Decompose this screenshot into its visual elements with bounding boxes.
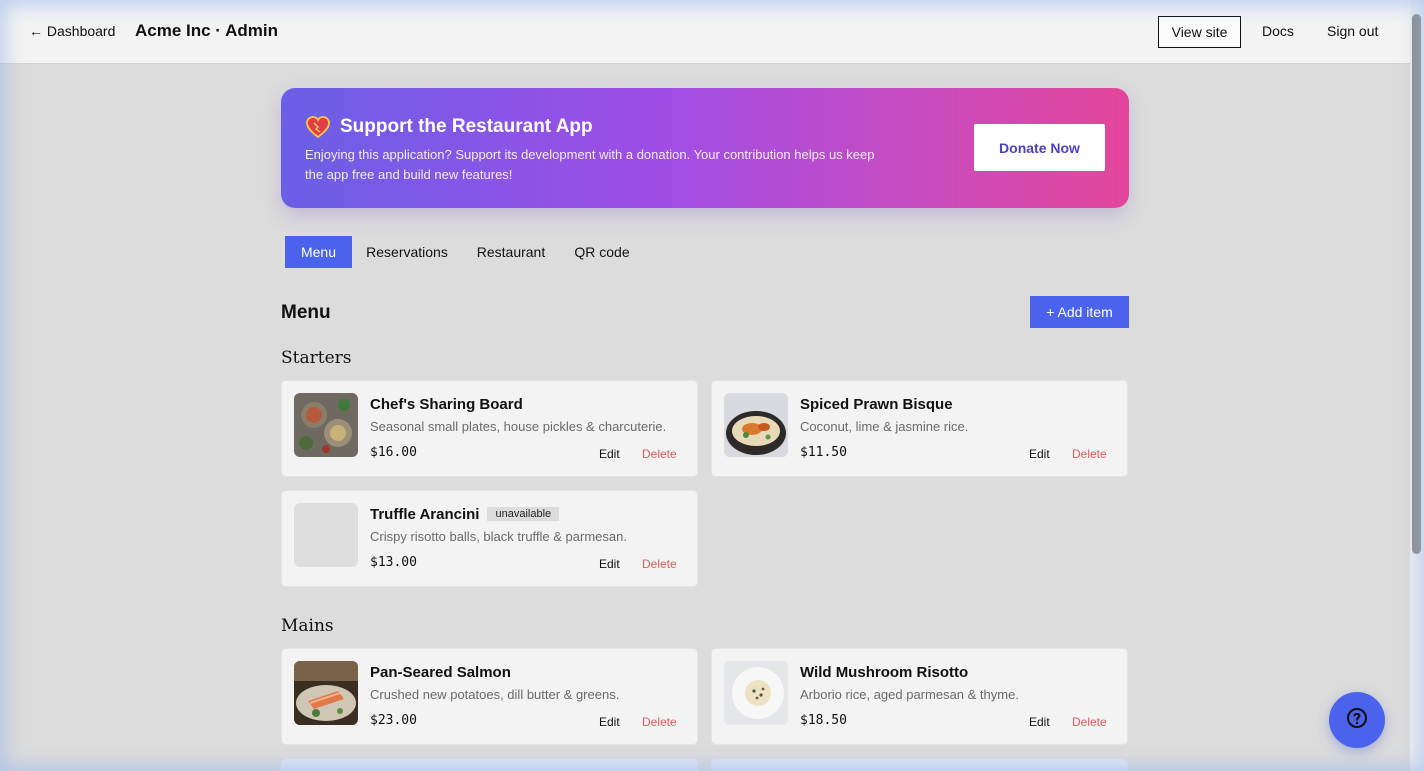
edit-button[interactable]: Edit — [599, 447, 620, 461]
donation-banner: Support the Restaurant App Enjoying this… — [281, 88, 1129, 208]
item-name: Pan-Seared Salmon — [370, 664, 511, 681]
item-description: Coconut, lime & jasmine rice. — [800, 419, 969, 434]
banner-title: Support the Restaurant App — [340, 116, 593, 137]
item-photo — [294, 393, 358, 457]
menu-item-card-partial — [281, 759, 698, 771]
top-bar: ← Dashboard Acme Inc · Admin View site D… — [0, 0, 1410, 64]
app-title: Acme Inc · Admin — [135, 21, 278, 40]
item-photo — [724, 661, 788, 725]
donate-now-button[interactable]: Donate Now — [974, 124, 1105, 171]
category-heading-mains: Mains — [281, 616, 334, 636]
item-name-text: Truffle Arancini — [370, 506, 480, 523]
item-price: $16.00 — [370, 445, 417, 460]
banner-text: Enjoying this application? Support its d… — [305, 147, 875, 182]
menu-item-card-partial — [711, 759, 1128, 771]
item-description: Arborio rice, aged parmesan & thyme. — [800, 687, 1019, 702]
delete-button[interactable]: Delete — [642, 557, 677, 571]
delete-button[interactable]: Delete — [642, 447, 677, 461]
heart-icon — [305, 115, 331, 139]
tab-restaurant[interactable]: Restaurant — [470, 236, 552, 268]
tab-qr-code[interactable]: QR code — [568, 236, 636, 268]
category-heading-starters: Starters — [281, 348, 352, 368]
help-button[interactable] — [1329, 692, 1385, 748]
add-item-button[interactable]: + Add item — [1030, 296, 1129, 328]
item-price: $23.00 — [370, 713, 417, 728]
item-price: $11.50 — [800, 445, 847, 460]
menu-item-card: Chef's Sharing Board Seasonal small plat… — [281, 380, 698, 477]
item-photo — [724, 393, 788, 457]
item-description: Seasonal small plates, house pickles & c… — [370, 419, 667, 434]
menu-item-card: Spiced Prawn Bisque Coconut, lime & jasm… — [711, 380, 1128, 477]
edit-button[interactable]: Edit — [1029, 447, 1050, 461]
scrollbar-thumb[interactable] — [1412, 14, 1421, 554]
view-site-button[interactable]: View site — [1158, 16, 1241, 48]
item-description: Crispy risotto balls, black truffle & pa… — [370, 529, 627, 544]
back-to-dashboard-link[interactable]: ← Dashboard — [29, 23, 115, 39]
docs-link[interactable]: Docs — [1262, 23, 1294, 39]
menu-item-card: Truffle Arancini unavailable Crispy risot… — [281, 490, 698, 587]
menu-item-card: Wild Mushroom Risotto Arborio rice, aged… — [711, 648, 1128, 745]
help-icon — [1345, 706, 1369, 735]
unavailable-badge: unavailable — [487, 507, 560, 521]
delete-button[interactable]: Delete — [1072, 715, 1107, 729]
item-photo — [294, 661, 358, 725]
delete-button[interactable]: Delete — [1072, 447, 1107, 461]
edit-button[interactable]: Edit — [599, 715, 620, 729]
delete-button[interactable]: Delete — [642, 715, 677, 729]
item-price: $13.00 — [370, 555, 417, 570]
item-name: Spiced Prawn Bisque — [800, 396, 953, 413]
edit-button[interactable]: Edit — [1029, 715, 1050, 729]
item-photo-placeholder — [294, 503, 358, 567]
sign-out-link[interactable]: Sign out — [1327, 23, 1378, 39]
menu-item-card: Pan-Seared Salmon Crushed new potatoes, … — [281, 648, 698, 745]
item-price: $18.50 — [800, 713, 847, 728]
tab-reservations[interactable]: Reservations — [360, 236, 454, 268]
item-name: Chef's Sharing Board — [370, 396, 523, 413]
menu-heading: Menu — [281, 302, 331, 323]
item-description: Crushed new potatoes, dill butter & gree… — [370, 687, 620, 702]
item-name: Truffle Arancini unavailable — [370, 506, 560, 523]
edit-button[interactable]: Edit — [599, 557, 620, 571]
item-name: Wild Mushroom Risotto — [800, 664, 969, 681]
tab-menu[interactable]: Menu — [285, 236, 352, 268]
